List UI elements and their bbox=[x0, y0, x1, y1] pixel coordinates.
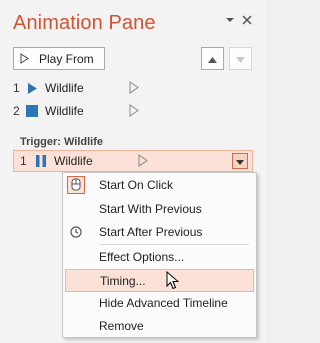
move-up-button[interactable] bbox=[201, 47, 224, 70]
menu-item-label: Start With Previous bbox=[99, 201, 202, 216]
animation-pane: Animation Pane Play From 1 Wildlife 2 Wi… bbox=[0, 0, 266, 343]
pane-title: Animation Pane bbox=[13, 12, 156, 34]
play-from-button[interactable]: Play From bbox=[13, 47, 105, 70]
menu-item-hide-advanced-timeline[interactable]: Hide Advanced Timeline bbox=[63, 291, 256, 314]
move-down-button[interactable] bbox=[229, 47, 252, 70]
trigger-heading: Trigger: Wildlife bbox=[20, 136, 104, 148]
menu-item-effect-options[interactable]: Effect Options... bbox=[63, 245, 256, 268]
close-icon[interactable] bbox=[242, 14, 252, 28]
triangle-down-icon bbox=[236, 52, 245, 66]
trigger-animation-item[interactable]: 1 Wildlife bbox=[13, 150, 253, 172]
menu-item-start-with-previous[interactable]: Start With Previous bbox=[63, 197, 256, 220]
menu-item-label: Hide Advanced Timeline bbox=[99, 295, 228, 310]
triangle-up-icon bbox=[208, 52, 217, 66]
context-menu: Start On Click Start With Previous Start… bbox=[62, 172, 257, 338]
timing-triangle-icon bbox=[129, 104, 143, 118]
menu-item-label: Remove bbox=[99, 318, 144, 333]
menu-item-label: Start On Click bbox=[99, 177, 174, 192]
animation-number: 1 bbox=[20, 154, 27, 168]
menu-item-label: Start After Previous bbox=[99, 224, 203, 239]
clock-icon bbox=[63, 225, 89, 238]
animation-number: 2 bbox=[13, 104, 20, 118]
menu-item-label: Timing... bbox=[100, 273, 146, 288]
animation-label: Wildlife bbox=[54, 154, 93, 168]
menu-item-timing[interactable]: Timing... bbox=[65, 269, 254, 292]
menu-item-remove[interactable]: Remove bbox=[63, 314, 256, 337]
animation-item[interactable]: 2 Wildlife bbox=[13, 101, 253, 121]
play-icon bbox=[25, 81, 39, 95]
animation-label: Wildlife bbox=[45, 81, 84, 95]
animation-label: Wildlife bbox=[45, 104, 84, 118]
menu-item-start-on-click[interactable]: Start On Click bbox=[63, 173, 256, 196]
stop-icon bbox=[25, 104, 39, 118]
mouse-pointer-icon bbox=[166, 270, 180, 293]
menu-item-start-after-previous[interactable]: Start After Previous bbox=[63, 220, 256, 243]
chevron-down-icon bbox=[236, 154, 244, 168]
menu-item-label: Effect Options... bbox=[99, 249, 185, 264]
chevron-down-icon[interactable] bbox=[225, 14, 235, 28]
animation-item[interactable]: 1 Wildlife bbox=[13, 78, 253, 98]
play-from-label: Play From bbox=[39, 51, 94, 66]
timing-triangle-icon bbox=[138, 154, 152, 168]
mouse-click-icon bbox=[63, 175, 89, 194]
timing-triangle-icon bbox=[129, 81, 143, 95]
item-dropdown-button[interactable] bbox=[232, 153, 248, 169]
pause-icon bbox=[34, 154, 48, 168]
animation-number: 1 bbox=[13, 81, 20, 95]
play-icon bbox=[20, 53, 29, 64]
